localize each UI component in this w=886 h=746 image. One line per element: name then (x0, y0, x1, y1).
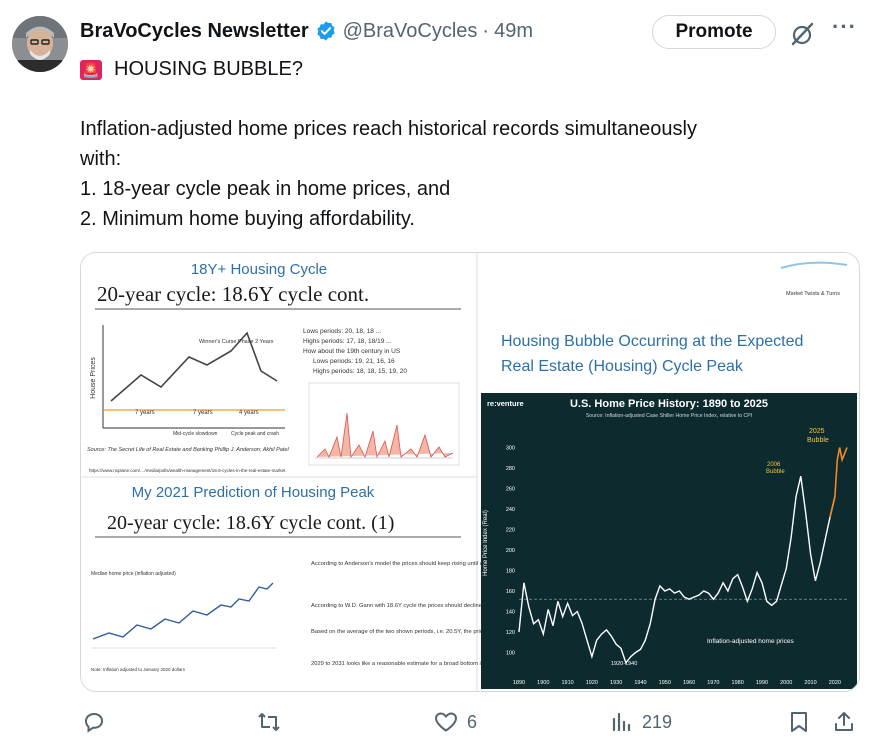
heart-icon (434, 712, 458, 732)
right-title-line-2: Real Estate (Housing) Cycle Peak (501, 358, 744, 375)
tweet-media-image[interactable]: 18Y+ Housing Cycle 20-year cycle: 18.6Y … (80, 252, 860, 692)
reply-icon (84, 712, 104, 733)
diagram-peak-label: Cycle peak and crash (231, 431, 279, 437)
diagram-ylabel: House Prices (90, 357, 97, 399)
tweet-header: BraVoCycles Newsletter @BraVoCycles · 49… (80, 16, 533, 46)
y-tick-label: 180 (506, 569, 515, 575)
tweet-timestamp[interactable]: 49m (494, 20, 533, 43)
tweet-text-line-4: 2. Minimum home buying affordability. (80, 208, 415, 230)
ann-1920-1940: 1920-1940 (611, 661, 637, 667)
avatar[interactable] (12, 16, 68, 72)
top-bullet-3: How about the 19th century in US (303, 348, 401, 355)
tweet-text-line-3: 1. 18-year cycle peak in home prices, an… (80, 178, 451, 200)
bookmark-button[interactable] (788, 710, 810, 734)
top-bullet-5: Highs periods: 18, 18, 15, 19, 20 (313, 368, 407, 375)
view-count: 219 (642, 711, 673, 732)
y-tick-label: 200 (506, 548, 515, 554)
author-name[interactable]: BraVoCycles Newsletter (80, 20, 309, 43)
small-chart-title: Median home price (inflation adjusted) (91, 571, 176, 577)
like-button[interactable]: 6 (433, 710, 477, 734)
x-tick-label: 1930 (610, 680, 622, 686)
repost-button[interactable] (256, 710, 282, 734)
handle-separator: · (482, 19, 490, 42)
tweet-actions-bar: 6 219 (0, 706, 886, 742)
y-tick-label: 300 (506, 446, 515, 452)
tweet-title: HOUSING BUBBLE? (114, 58, 303, 80)
more-options-icon[interactable]: ··· (832, 14, 857, 40)
y-tick-label: 140 (506, 610, 515, 616)
views-button[interactable]: 219 (610, 710, 672, 734)
bookmark-icon (791, 712, 807, 732)
logo-text: Market Twists & Turns (786, 291, 840, 297)
x-tick-label: 1900 (537, 680, 549, 686)
views-icon (612, 712, 631, 732)
chart-title: U.S. Home Price History: 1890 to 2025 (570, 398, 768, 410)
media-bottom-heading: 20-year cycle: 18.6Y cycle cont. (1) (107, 512, 394, 534)
x-tick-label: 1950 (659, 680, 671, 686)
top-bullet-1: Lows periods: 20, 18, 18 ... (303, 328, 381, 335)
avatar-image (12, 16, 68, 72)
y-tick-label: 120 (506, 630, 515, 636)
y-tick-label: 280 (506, 466, 515, 472)
chart-ylabel: Home Price Index (Real) (483, 510, 489, 576)
share-icon (835, 712, 853, 731)
chart-legend: Inflation-adjusted home prices (707, 638, 794, 645)
x-tick-label: 1910 (561, 680, 573, 686)
ann-2006-year: 2006 (767, 462, 781, 468)
top-source-text: Source: The Secret Life of Real Estate a… (87, 447, 289, 453)
x-tick-label: 1920 (586, 680, 598, 686)
chart-brand: re:venture (487, 399, 524, 408)
x-tick-label: 1890 (513, 680, 525, 686)
promote-button[interactable]: Promote (652, 15, 776, 49)
diagram-seg-2: 7 years (193, 410, 213, 416)
media-bottom-title: My 2021 Prediction of Housing Peak (132, 484, 375, 501)
x-tick-label: 1990 (756, 680, 768, 686)
small-chart-note: Note: Inflation adjusted to January 2020… (91, 667, 186, 672)
diagram-phase-label: Winner's Curse Phase 2 Years (199, 339, 274, 345)
chart-subtitle: Source: Inflation-adjusted Case Shiller … (586, 413, 752, 419)
ann-2025-bubble: Bubble (807, 437, 829, 444)
x-tick-label: 1970 (707, 680, 719, 686)
diagram-mid-label: Mid-cycle slowdown (173, 431, 218, 437)
red-spike-chart (308, 382, 460, 466)
media-top-title: 18Y+ Housing Cycle (191, 261, 327, 278)
right-title-line-1: Housing Bubble Occurring at the Expected (501, 333, 803, 350)
share-button[interactable] (832, 710, 856, 734)
tweet-text-line-1: Inflation-adjusted home prices reach his… (80, 118, 697, 140)
reply-button[interactable] (82, 710, 106, 734)
x-tick-label: 2010 (804, 680, 816, 686)
diagram-seg-1: 7 years (135, 410, 155, 416)
tweet-text-line-2: with: (80, 148, 122, 170)
x-tick-label: 1960 (683, 680, 695, 686)
y-tick-label: 100 (506, 651, 515, 657)
media-top-heading: 20-year cycle: 18.6Y cycle cont. (97, 282, 369, 306)
y-tick-label: 260 (506, 487, 515, 493)
y-tick-label: 160 (506, 589, 515, 595)
x-tick-label: 2020 (829, 680, 841, 686)
media-graphic: 18Y+ Housing Cycle 20-year cycle: 18.6Y … (81, 253, 859, 691)
top-bullet-2: Highs periods: 17, 18, 18/19 ... (303, 338, 392, 345)
repost-icon (258, 713, 280, 731)
x-tick-label: 2000 (780, 680, 792, 686)
siren-emoji-icon: 🚨 (80, 59, 102, 80)
verified-badge-icon (317, 21, 335, 41)
y-tick-label: 240 (506, 507, 515, 513)
x-tick-label: 1980 (732, 680, 744, 686)
y-tick-label: 220 (506, 528, 515, 534)
top-bullet-4: Lows periods: 19, 21, 16, 16 (313, 358, 395, 365)
ann-2025-year: 2025 (809, 428, 825, 435)
tweet-title-line: 🚨 HOUSING BUBBLE? (80, 58, 303, 81)
like-count: 6 (467, 711, 478, 732)
author-handle[interactable]: @BraVoCycles (343, 20, 478, 43)
grok-icon[interactable] (790, 21, 816, 47)
diagram-seg-3: 4 years (239, 410, 259, 416)
x-tick-label: 1940 (634, 680, 646, 686)
ann-2006-bubble: Bubble (766, 469, 785, 475)
home-price-chart: re:venture U.S. Home Price History: 1890… (481, 393, 857, 689)
top-url-text: https://www.nxplane.com/…/media/polls/we… (89, 468, 286, 473)
